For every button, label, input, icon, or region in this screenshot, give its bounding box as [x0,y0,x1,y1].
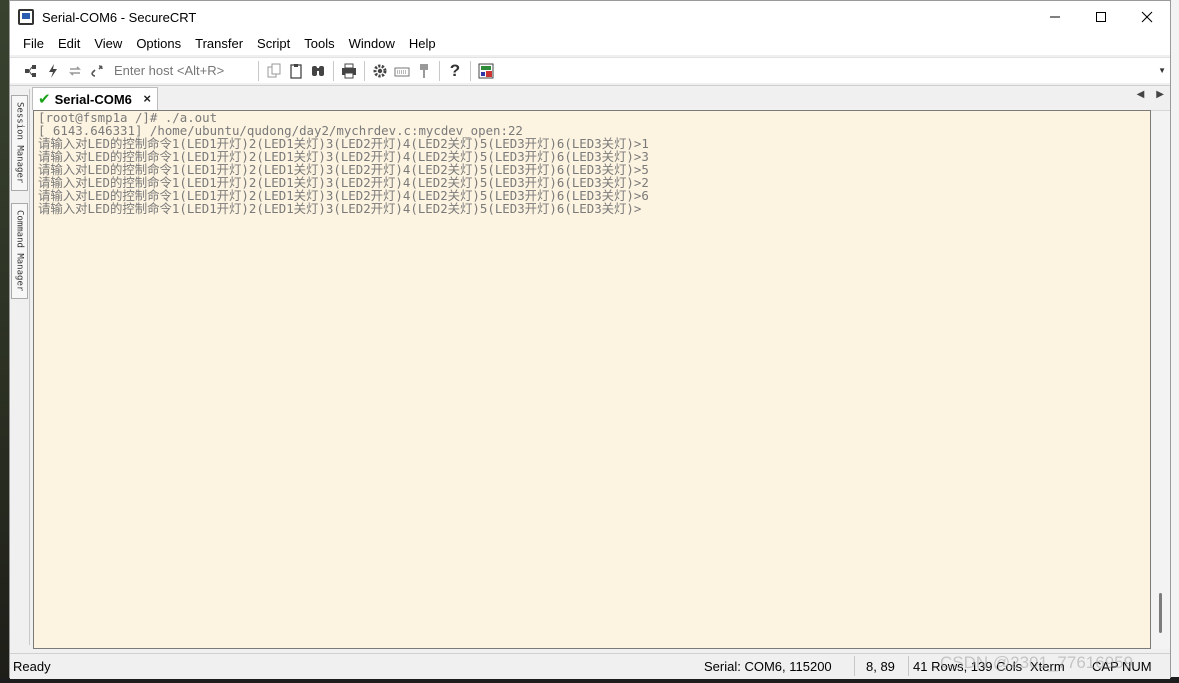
help-icon[interactable]: ? [444,60,466,82]
quick-connect-icon[interactable] [42,60,64,82]
find-icon[interactable] [307,60,329,82]
menu-view[interactable]: View [87,33,129,55]
session-tab-bar: ✔ Serial-COM6 × ◀ ▶ [10,85,1170,110]
tab-scroll-left-icon[interactable]: ◀ [1137,89,1145,100]
enter-host-input[interactable] [114,60,254,81]
status-connection: Serial: COM6, 115200 [704,659,832,674]
connected-check-icon: ✔ [38,91,51,108]
paste-icon[interactable] [285,60,307,82]
menu-edit[interactable]: Edit [51,33,87,55]
menu-tools[interactable]: Tools [297,33,341,55]
minimize-button[interactable] [1032,1,1078,33]
app-icon [18,9,34,25]
terminal-line: 请输入对LED的控制命令1(LED1开灯)2(LED1关灯)3(LED2开灯)4… [38,201,642,216]
reconnect-icon[interactable] [64,60,86,82]
toolbar-divider [258,60,259,81]
toolbar-divider [470,60,471,81]
securecrt-window: Serial-COM6 - SecureCRT File Edit View O… [9,0,1171,679]
toolbar-divider [364,60,365,81]
background-window-edge [1170,0,1179,683]
title-bar[interactable]: Serial-COM6 - SecureCRT [10,1,1170,33]
minimize-icon [1050,16,1060,18]
settings-icon[interactable] [369,60,391,82]
toolbar: ? ▼ [10,57,1170,83]
window-controls [1032,1,1170,33]
side-panel: Session Manager Command Manager [10,89,30,645]
tab-close-button[interactable]: × [143,91,151,106]
toolbar-divider [439,60,440,81]
disconnect-icon[interactable] [86,60,108,82]
status-bar: Ready Serial: COM6, 115200 8, 89 41 Rows… [10,653,1170,679]
window-title: Serial-COM6 - SecureCRT [42,9,197,25]
tools-icon[interactable] [413,60,435,82]
tab-scroll-right-icon[interactable]: ▶ [1156,89,1164,100]
close-icon [1141,11,1153,23]
status-terminal-size: 41 Rows, 139 Cols [913,659,1023,674]
status-caps: CAP [1092,659,1119,674]
print-icon[interactable] [338,60,360,82]
menu-script[interactable]: Script [250,33,297,55]
maximize-icon [1096,12,1106,22]
terminal-scrollbar[interactable] [1151,110,1170,649]
status-terminal-type: Xterm [1030,659,1065,674]
status-num: NUM [1122,659,1152,674]
menu-help[interactable]: Help [402,33,443,55]
menu-options[interactable]: Options [129,33,188,55]
session-icon[interactable] [475,60,497,82]
status-divider [908,656,909,676]
scrollbar-thumb[interactable] [1159,593,1162,633]
status-divider [854,656,855,676]
copy-icon[interactable] [263,60,285,82]
toolbar-divider [333,60,334,81]
command-manager-tab[interactable]: Command Manager [11,203,28,299]
terminal-screen[interactable]: [root@fsmp1a /]# ./a.out [ 6143.646331] … [33,110,1151,649]
menu-file[interactable]: File [16,33,51,55]
maximize-button[interactable] [1078,1,1124,33]
connect-icon[interactable] [20,60,42,82]
status-ready: Ready [13,659,51,674]
status-cursor-position: 8, 89 [866,659,895,674]
menu-transfer[interactable]: Transfer [188,33,250,55]
toolbar-overflow-icon[interactable]: ▼ [1158,66,1166,75]
menu-bar: File Edit View Options Transfer Script T… [10,33,1170,55]
keymap-icon[interactable] [391,60,413,82]
menu-window[interactable]: Window [342,33,402,55]
session-manager-tab[interactable]: Session Manager [11,95,28,191]
tab-label: Serial-COM6 [54,91,132,107]
close-button[interactable] [1124,1,1170,33]
tab-scroll-controls: ◀ ▶ [1137,89,1164,100]
tab-serial-com6[interactable]: ✔ Serial-COM6 × [32,87,158,110]
